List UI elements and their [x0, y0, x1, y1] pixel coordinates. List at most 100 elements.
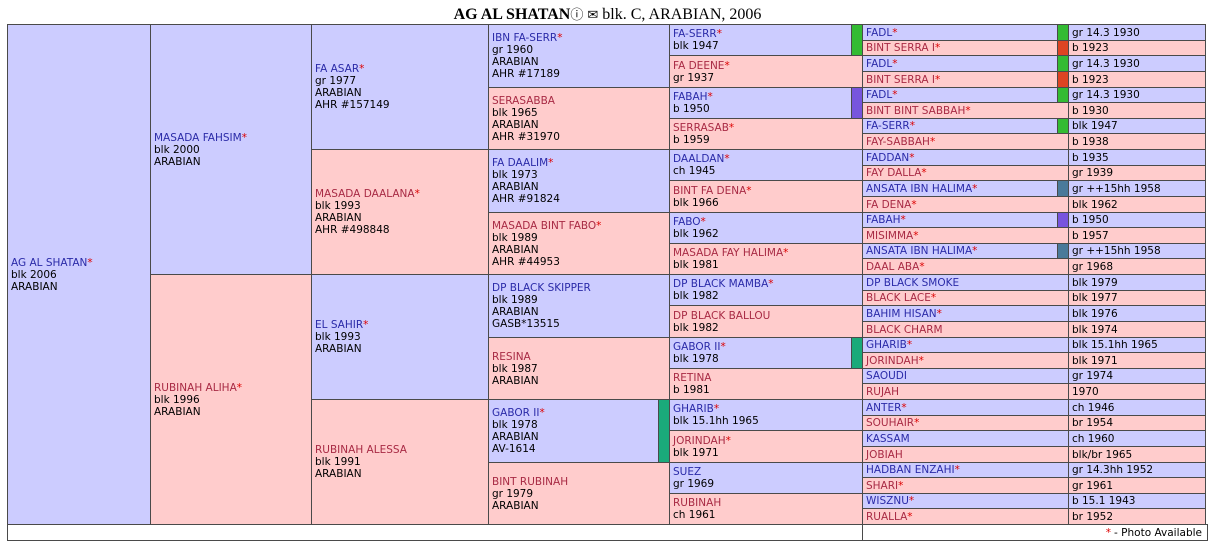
- photo-star-marker: *: [906, 339, 913, 351]
- ancestor-name-link[interactable]: RUBINAH ALIHA: [154, 382, 237, 394]
- ancestor-detail-line: gr 1977: [315, 75, 357, 87]
- ancestor-detail-line: b 1981: [673, 384, 710, 396]
- ancestor-name-link[interactable]: ANSATA IBN HALIMA: [866, 245, 972, 257]
- ancestor-name-link[interactable]: IBN FA-SERR: [492, 32, 557, 44]
- ancestor-name-link[interactable]: FAY-SABBAH: [866, 136, 930, 148]
- ancestor-name-link[interactable]: FABO: [673, 216, 701, 228]
- ancestor-name-link[interactable]: ANSATA IBN HALIMA: [866, 183, 972, 195]
- ancestor-bint-serra-i: BINT SERRA I*: [862, 40, 1069, 56]
- ancestor-name-link[interactable]: DP BLACK BALLOU: [673, 310, 770, 322]
- ancestor-name-link[interactable]: GHARIB: [673, 403, 714, 415]
- ancestor-name-link[interactable]: SERRASAB: [673, 122, 729, 134]
- ancestor-name-link[interactable]: FADDAN: [866, 152, 909, 164]
- ancestor-name-link[interactable]: DP BLACK SKIPPER: [492, 282, 591, 294]
- ancestor-name-link[interactable]: SUEZ: [673, 466, 701, 478]
- photo-icon[interactable]: ✉: [587, 7, 598, 22]
- ancestor-name-link[interactable]: DAAL ABA: [866, 261, 919, 273]
- photo-star-marker: *: [919, 260, 925, 273]
- ancestor-name-link[interactable]: EL SAHIR: [315, 319, 363, 331]
- photo-star-marker: *: [954, 464, 960, 476]
- ancestor-name-link[interactable]: FA DAALIM: [492, 157, 548, 169]
- ancestor-name-link[interactable]: RUBINAH: [673, 497, 721, 509]
- ancestor-details: SERRASAB* b 1959: [673, 122, 734, 146]
- ancestor-name-link[interactable]: DP BLACK MAMBA: [673, 278, 768, 290]
- ancestor-info-cell: gr ++15hh 1958: [1068, 180, 1206, 197]
- ancestor-name-link[interactable]: BAHIM HISAN: [866, 308, 937, 320]
- ancestor-name-link[interactable]: SHARI: [866, 480, 898, 492]
- ancestor-name-link[interactable]: FA-SERR: [866, 120, 910, 132]
- ancestor-details: JORINDAH*: [866, 355, 924, 367]
- ancestor-name-link[interactable]: AG AL SHATAN: [11, 257, 87, 269]
- photo-star-marker: *: [539, 407, 545, 419]
- ancestor-detail-line: blk 1947: [673, 40, 719, 52]
- ancestor-name-link[interactable]: FA DENA: [866, 199, 911, 211]
- ancestor-name-link[interactable]: KASSAM: [866, 433, 910, 445]
- ancestor-name-link[interactable]: FAY DALLA: [866, 167, 921, 179]
- ancestor-name-link[interactable]: SERASABBA: [492, 95, 555, 107]
- ancestor-info-text: blk 1947: [1072, 120, 1118, 132]
- ancestor-detail-line: AHR #44953: [492, 255, 560, 268]
- ancestor-name-link[interactable]: BINT SERRA I: [866, 74, 935, 86]
- ancestor-name-link[interactable]: JOBIAH: [866, 449, 903, 461]
- ancestor-name-link[interactable]: RUJAH: [866, 386, 899, 398]
- ancestor-masada-fay-halima: MASADA FAY HALIMA* blk 1981: [669, 243, 863, 275]
- ancestor-info-text: b 1923: [1072, 73, 1109, 86]
- photo-available-note: * - Photo Available: [1106, 527, 1202, 539]
- ancestor-name-link[interactable]: BLACK CHARM: [866, 324, 943, 336]
- ancestor-info-text: b 1923: [1072, 42, 1109, 54]
- ancestor-detail-line: ARABIAN: [11, 280, 58, 293]
- ancestor-name-link[interactable]: BINT BINT SABBAH: [866, 105, 965, 117]
- ancestor-name-link[interactable]: RESINA: [492, 351, 531, 363]
- ancestor-name-link[interactable]: JORINDAH: [673, 435, 726, 447]
- ancestor-info-cell: ch 1960: [1068, 430, 1206, 447]
- ancestor-details: SHARI*: [866, 480, 903, 492]
- ancestor-name-link[interactable]: HADBAN ENZAHI: [866, 464, 955, 476]
- ancestor-name-link[interactable]: MASADA BINT FABO: [492, 220, 596, 232]
- ancestor-name-link[interactable]: SAOUDI: [866, 370, 907, 382]
- ancestor-name-link[interactable]: RETINA: [673, 372, 711, 384]
- info-icon[interactable]: ⓘ: [570, 7, 583, 22]
- ancestor-name-link[interactable]: ANTER: [866, 402, 901, 414]
- ancestor-name-link[interactable]: FA-SERR: [673, 28, 717, 40]
- ancestor-details: BLACK LACE*: [866, 292, 936, 304]
- ancestor-name-link[interactable]: MASADA FAY HALIMA: [673, 247, 783, 259]
- ancestor-info-text: gr 1939: [1072, 167, 1114, 179]
- photo-star-marker: *: [414, 188, 420, 200]
- ancestor-name-link[interactable]: DP BLACK SMOKE: [866, 277, 959, 289]
- ancestor-name-link[interactable]: FA ASAR: [315, 63, 359, 75]
- ancestor-name-link[interactable]: BINT FA DENA: [673, 185, 746, 197]
- ancestor-hadban-enzahi: HADBAN ENZAHI*: [862, 462, 1069, 478]
- ancestor-detail-line: AHR #31970: [492, 130, 560, 143]
- ancestor-ibn-fa-serr: IBN FA-SERR* gr 1960 ARABIAN AHR #17189: [488, 24, 670, 88]
- ancestor-name-link[interactable]: BINT SERRA I: [866, 42, 935, 54]
- ancestor-name-link[interactable]: GABOR II: [673, 341, 720, 353]
- ancestor-name-link[interactable]: FADL: [866, 89, 892, 101]
- ancestor-name-link[interactable]: FABAH: [673, 91, 708, 103]
- ancestor-name-link[interactable]: GHARIB: [866, 339, 907, 351]
- ancestor-details: MASADA BINT FABO* blk 1989 ARABIAN AHR #449…: [492, 220, 601, 268]
- ancestor-name-link[interactable]: MASADA DAALANA: [315, 188, 415, 200]
- ancestor-name-link[interactable]: FADL: [866, 58, 892, 70]
- ancestor-name-link[interactable]: BLACK LACE: [866, 292, 931, 304]
- ancestor-name-link[interactable]: DAALDAN: [673, 153, 724, 165]
- ancestor-name-link[interactable]: RUALLA: [866, 511, 907, 523]
- ancestor-name-link[interactable]: WISZNU: [866, 495, 909, 507]
- ancestor-name-link[interactable]: FADL: [866, 27, 892, 39]
- ancestor-details: FA DAALIM* blk 1973 ARABIAN AHR #91824: [492, 157, 560, 205]
- ancestor-name-link[interactable]: SOUHAIR: [866, 417, 914, 429]
- ancestor-name-link[interactable]: BINT RUBINAH: [492, 476, 568, 488]
- photo-star-marker: *: [908, 495, 915, 507]
- ancestor-detail-line: AHR #91824: [492, 193, 560, 205]
- ancestor-info-text: gr ++15hh 1958: [1072, 245, 1161, 257]
- ancestor-name-link[interactable]: RUBINAH ALESSA: [315, 444, 407, 456]
- ancestor-detail-line: ARABIAN: [492, 118, 539, 131]
- ancestor-name-link[interactable]: MISIMMA: [866, 230, 913, 242]
- ancestor-black-lace: BLACK LACE*: [862, 290, 1069, 306]
- ancestor-name-link[interactable]: GABOR II: [492, 407, 539, 419]
- ancestor-detail-line: AHR #17189: [492, 68, 560, 80]
- photo-star-marker: *: [935, 73, 941, 86]
- ancestor-name-link[interactable]: MASADA FAHSIM: [154, 132, 242, 144]
- ancestor-name-link[interactable]: JORINDAH: [866, 355, 919, 367]
- ancestor-name-link[interactable]: FABAH: [866, 214, 901, 226]
- ancestor-name-link[interactable]: FA DEENE: [673, 60, 724, 72]
